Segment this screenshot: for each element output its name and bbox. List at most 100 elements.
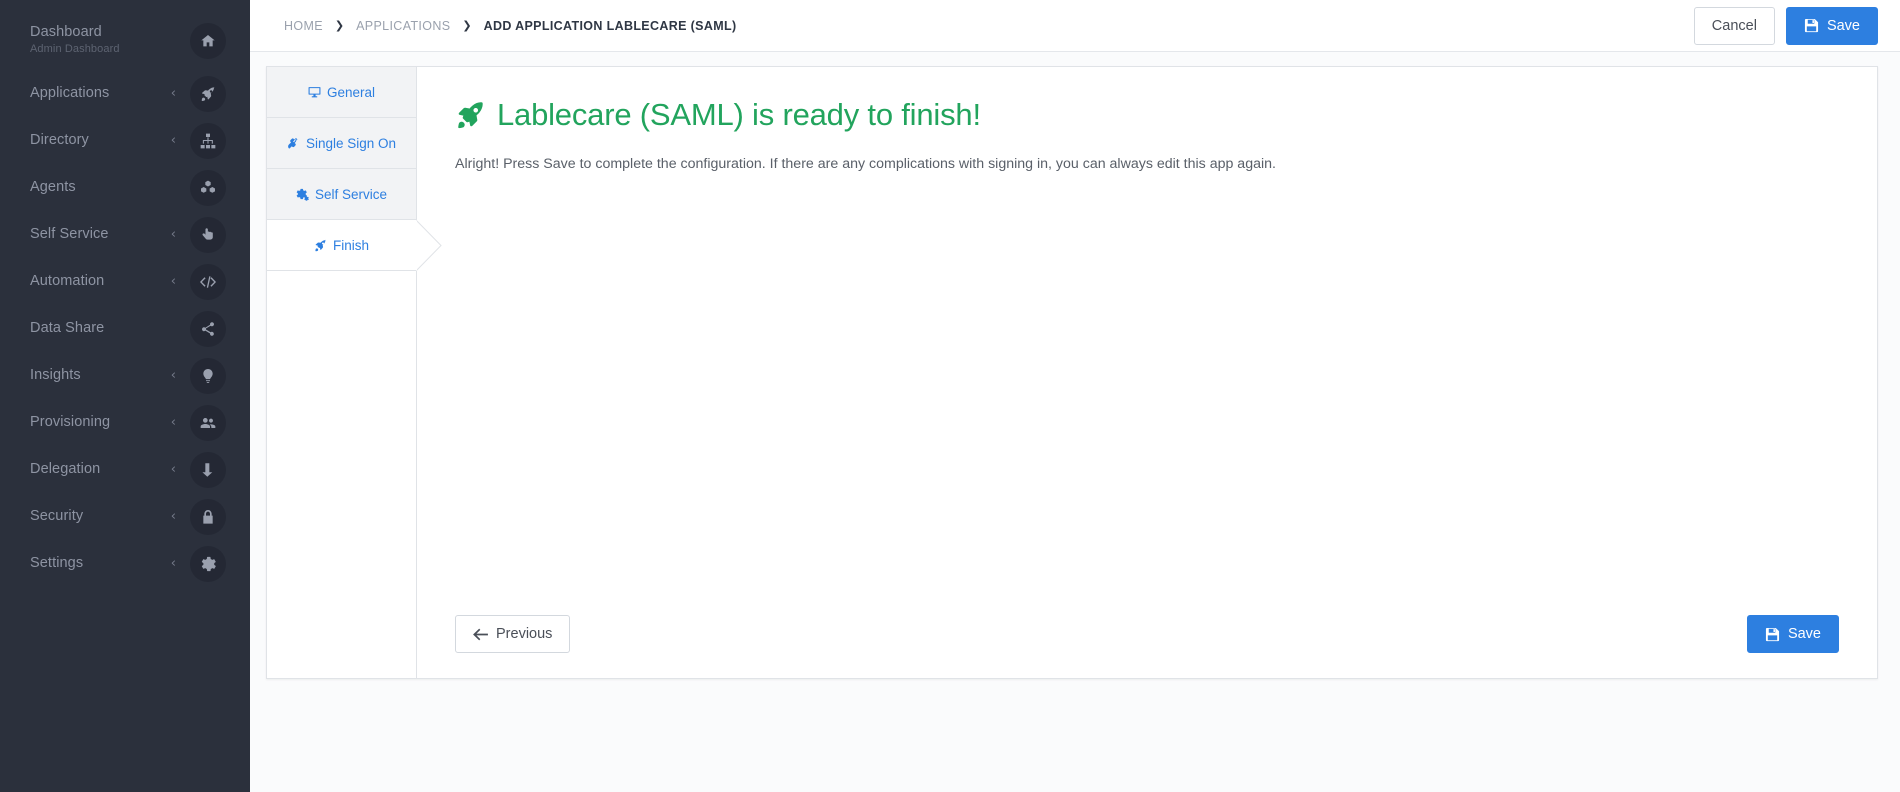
save-button-top[interactable]: Save <box>1785 6 1878 45</box>
sidebar-item-security[interactable]: Security ‹ <box>0 493 250 540</box>
breadcrumb-separator-icon: ❯ <box>334 19 345 32</box>
sidebar-item-text: Self Service <box>30 225 171 243</box>
sidebar-item-text: Data Share <box>30 319 190 337</box>
sidebar-item-label: Settings <box>30 555 84 572</box>
sidebar-item-sublabel: Admin Dashboard <box>30 43 120 56</box>
sitemap-icon <box>190 122 226 159</box>
sidebar-item-label: Directory <box>30 132 89 149</box>
wizard-card: General Single Sign On Self Service Finish … <box>266 66 1878 679</box>
sidebar-item-label: Automation <box>30 273 105 290</box>
sidebar-item-applications[interactable]: Applications ‹ <box>0 70 250 117</box>
save-icon <box>1804 18 1819 33</box>
top-bar: HOME ❯ APPLICATIONS ❯ ADD APPLICATION LABLEC… <box>250 0 1900 52</box>
cancel-button-label: Cancel <box>1711 17 1757 34</box>
level-down-icon <box>190 451 226 488</box>
chevron-left-icon: ‹ <box>170 415 176 430</box>
cancel-button[interactable]: Cancel <box>1693 6 1775 45</box>
sidebar-item-text: Delegation <box>30 460 171 478</box>
page-title: Lablecare (SAML) is ready to finish! <box>455 97 1839 133</box>
tab-general[interactable]: General <box>267 67 416 118</box>
chevron-left-icon: ‹ <box>170 368 176 383</box>
page-title-text: Lablecare (SAML) is ready to finish! <box>497 97 981 132</box>
save-button-top-label: Save <box>1826 17 1860 34</box>
chevron-left-icon: ‹ <box>170 86 176 101</box>
breadcrumb-item-add-application-lablecare-saml: ADD APPLICATION LABLECARE (SAML) <box>483 18 737 33</box>
sidebar-item-text: Directory <box>30 131 171 149</box>
top-bar-actions: Cancel Save <box>1693 6 1878 45</box>
sidebar-item-provisioning[interactable]: Provisioning ‹ <box>0 399 250 446</box>
desktop-icon <box>308 86 321 99</box>
save-button-bottom[interactable]: Save <box>1746 615 1839 653</box>
breadcrumb-separator-icon: ❯ <box>462 19 472 32</box>
main-region: HOME ❯ APPLICATIONS ❯ ADD APPLICATION LABLEC… <box>250 0 1900 792</box>
chevron-left-icon: ‹ <box>170 556 176 571</box>
content-area: General Single Sign On Self Service Finish … <box>250 52 1900 792</box>
sidebar-item-label: Provisioning <box>30 414 111 431</box>
rocket-icon <box>314 239 327 252</box>
breadcrumb-item-home[interactable]: HOME <box>284 19 323 33</box>
sidebar-item-label: Applications <box>30 85 110 102</box>
plug-icon <box>287 137 300 150</box>
chevron-left-icon: ‹ <box>170 509 176 524</box>
sidebar-item-label: Delegation <box>30 461 101 478</box>
hand-pointer-icon <box>190 216 226 253</box>
sidebar-item-label: Security <box>30 508 84 525</box>
tab-label: General <box>326 84 376 100</box>
sidebar-item-text: Provisioning <box>30 413 171 431</box>
save-icon <box>1765 627 1780 642</box>
tab-label: Single Sign On <box>305 135 397 151</box>
chevron-left-icon: ‹ <box>170 462 176 477</box>
vertical-scrollbar[interactable] <box>1867 69 1874 676</box>
sidebar-item-dashboard[interactable]: Dashboard Admin Dashboard <box>0 18 250 70</box>
sidebar-item-insights[interactable]: Insights ‹ <box>0 352 250 399</box>
sidebar-item-automation[interactable]: Automation ‹ <box>0 258 250 305</box>
users-icon <box>190 404 226 441</box>
rocket-icon <box>190 75 226 112</box>
sidebar-item-delegation[interactable]: Delegation ‹ <box>0 446 250 493</box>
sidebar-item-agents[interactable]: Agents <box>0 164 250 211</box>
sidebar-item-text: Dashboard Admin Dashboard <box>30 23 190 55</box>
wizard-pane-finish: Lablecare (SAML) is ready to finish! Alr… <box>417 67 1877 678</box>
previous-button[interactable]: Previous <box>455 615 571 653</box>
breadcrumb-item-applications[interactable]: APPLICATIONS <box>356 19 450 33</box>
rocket-icon <box>455 100 485 130</box>
share-icon <box>190 310 226 347</box>
sidebar: Dashboard Admin Dashboard Applications ‹ Dir… <box>0 0 250 792</box>
chevron-left-icon: ‹ <box>170 274 176 289</box>
sidebar-item-text: Settings <box>30 554 171 572</box>
wizard-footer: Previous Save <box>455 615 1839 653</box>
arrow-left-icon <box>473 628 488 641</box>
sidebar-item-label: Self Service <box>30 226 109 243</box>
code-icon <box>190 263 226 300</box>
sidebar-item-text: Automation <box>30 272 171 290</box>
cogs-icon <box>296 188 309 201</box>
pane-description: Alright! Press Save to complete the conf… <box>455 156 1276 172</box>
app-root: Dashboard Admin Dashboard Applications ‹ Dir… <box>0 0 1900 792</box>
lightbulb-icon <box>190 357 226 394</box>
tab-label: Self Service <box>314 186 388 202</box>
tab-single-sign-on[interactable]: Single Sign On <box>267 118 416 169</box>
chevron-left-icon: ‹ <box>170 227 176 242</box>
sidebar-item-label: Dashboard <box>30 24 102 40</box>
sidebar-item-data-share[interactable]: Data Share <box>0 305 250 352</box>
gear-icon <box>190 545 226 582</box>
sidebar-item-label: Agents <box>30 179 76 196</box>
sidebar-item-label: Insights <box>30 367 81 384</box>
save-button-bottom-label: Save <box>1787 626 1821 642</box>
sidebar-item-text: Applications <box>30 84 171 102</box>
home-icon <box>190 23 226 59</box>
tab-finish[interactable]: Finish <box>267 218 442 273</box>
tab-self-service[interactable]: Self Service <box>267 169 416 220</box>
sidebar-item-text: Security <box>30 507 171 525</box>
lock-icon <box>190 498 226 535</box>
sidebar-item-directory[interactable]: Directory ‹ <box>0 117 250 164</box>
sidebar-item-text: Insights <box>30 366 171 384</box>
sidebar-item-settings[interactable]: Settings ‹ <box>0 540 250 587</box>
cubes-icon <box>190 169 226 206</box>
sidebar-item-self-service[interactable]: Self Service ‹ <box>0 211 250 258</box>
sidebar-item-label: Data Share <box>30 320 105 337</box>
tab-label: Finish <box>332 237 369 253</box>
chevron-left-icon: ‹ <box>170 133 176 148</box>
breadcrumb: HOME ❯ APPLICATIONS ❯ ADD APPLICATION LABLEC… <box>284 19 1694 33</box>
previous-button-label: Previous <box>496 626 553 642</box>
